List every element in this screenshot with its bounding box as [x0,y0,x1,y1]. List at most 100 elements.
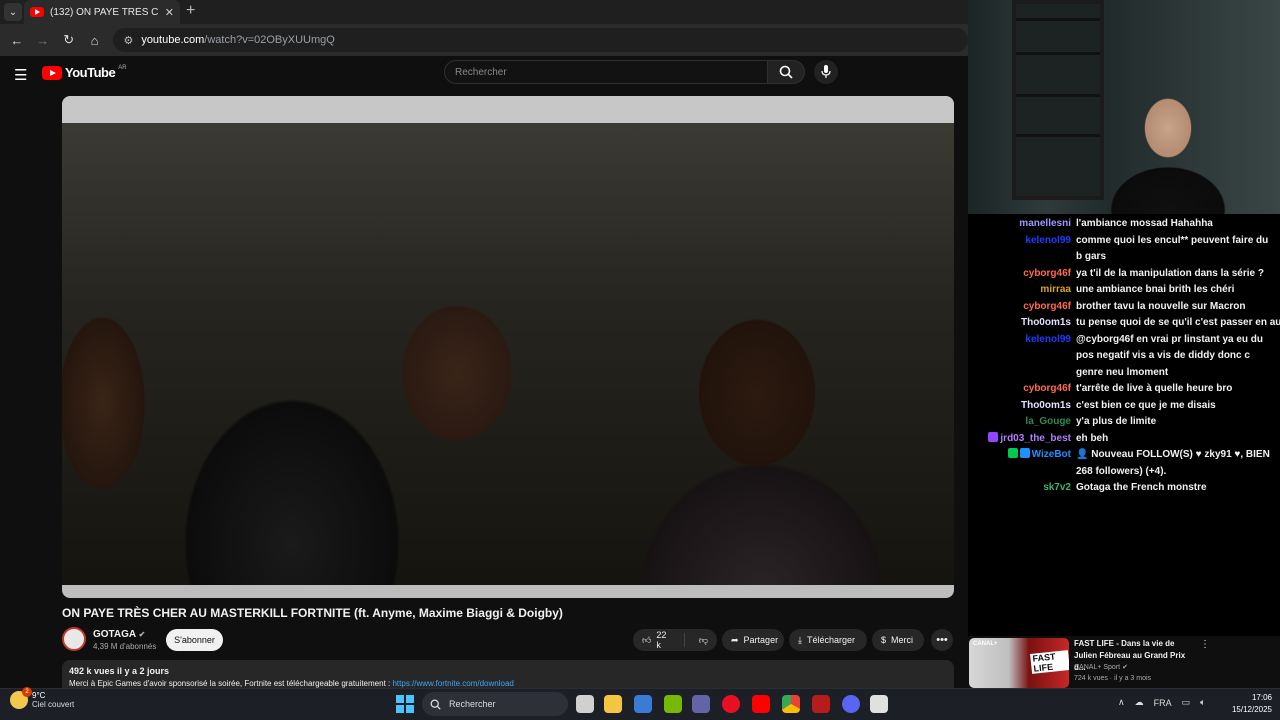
chrome-icon[interactable] [782,695,800,713]
chat-message: WizeBot 👤 Nouveau FOLLOW(S) ♥ zky91 ♥, BI… [976,447,1280,480]
channel-avatar[interactable] [62,627,86,651]
chat-text: c'est bien ce que je me disais [1076,399,1216,411]
chat-username[interactable]: cyborg46f [976,299,1076,316]
voice-search-button[interactable] [814,60,838,84]
chat-username[interactable]: WizeBot [976,447,1076,480]
system-tray: ∧ ☁ FRA ▭ 🔈︎ [1118,697,1206,708]
chat-username[interactable]: sk7v2 [976,480,1076,497]
video-player[interactable] [62,96,954,598]
thanks-button[interactable]: $ Merci [872,629,924,651]
country-code: AR [118,64,127,71]
weather-widget[interactable]: 2 9°C Ciel couvert [10,687,75,709]
dislike-button[interactable]: 👎︎ [690,629,717,651]
more-actions-icon[interactable]: ••• [931,629,953,651]
back-icon[interactable]: ← [6,29,28,51]
chat-message: manellesni l'ambiance mossad Hahahha [976,216,1280,233]
thumbnail-channel-logo: CANAL+ [973,641,998,647]
search-icon [779,65,793,79]
chat-text: brother tavu la nouvelle sur Macron [1076,300,1246,312]
channel-name[interactable]: GOTAGA ✔ [93,629,145,640]
taskbar-search-label: Rechercher [449,699,496,709]
url-path: /watch?v=02OByXUUmgQ [204,34,335,46]
document-app-icon[interactable] [870,695,888,713]
chat-username[interactable]: cyborg46f [976,266,1076,283]
chat-username[interactable]: jrd03_the_best [976,431,1076,448]
chat-message: kelenol99 comme quoi les encul** peuvent … [976,233,1280,266]
tab-close-icon[interactable]: ✕ [165,6,174,19]
subscriber-count: 4,39 M d'abonnés [93,642,157,651]
super-thanks-icon: $ [881,635,887,645]
thumbnail-title-text: FAST LIFE [1030,650,1069,674]
divider [683,633,685,647]
chat-username[interactable]: cyborg46f [976,381,1076,398]
display-icon[interactable]: ▭ [1182,697,1191,708]
chat-username[interactable]: kelenol99 [976,332,1076,382]
search-input[interactable]: Rechercher [444,60,768,84]
taskbar-search[interactable]: Rechercher [422,692,568,716]
recommended-meta: 724 k vues · il y a 3 mois [1074,675,1152,682]
browser-tab-active[interactable]: (132) ON PAYE TRÈS CHER AU M ✕ [24,0,180,24]
chat-text: eh beh [1076,432,1109,444]
file-explorer-icon[interactable] [604,695,622,713]
network-tray-icon[interactable]: ☁ [1135,697,1144,708]
description-link[interactable]: https://www.fortnite.com/download [392,679,513,688]
chat-message: Tho0om1s tu pense quoi de se qu'il c'est … [976,315,1280,332]
video-frame[interactable] [62,123,954,585]
youtube-app-icon[interactable] [752,695,770,713]
url-host: youtube.com [141,34,205,46]
like-button[interactable]: 👍︎ 22 k [633,629,679,651]
chat-username[interactable]: Tho0om1s [976,398,1076,415]
forward-icon[interactable]: → [32,29,54,51]
browser-toolbar: ← → ↻ ⌂ ⚙ youtube.com/watch?v=02OByXUUmg… [0,24,968,56]
chat-message: cyborg46f ya t'il de la manipulation dans… [976,266,1280,283]
system-clock[interactable]: 17:06 15/12/2025 [1226,692,1272,716]
chat-username[interactable]: mirraa [976,282,1076,299]
youtube-favicon-icon [30,7,44,17]
new-tab-button[interactable]: + [186,2,195,20]
tab-search-button[interactable]: ⌄ [4,3,22,21]
video-letterbox-bottom [62,585,954,598]
game-app-icon[interactable] [812,695,830,713]
tray-overflow-icon[interactable]: ∧ [1118,697,1125,708]
site-info-icon[interactable]: ⚙ [123,34,133,47]
media-player-icon[interactable] [722,695,740,713]
reload-icon[interactable]: ↻ [58,29,80,51]
volume-icon[interactable]: 🔈︎ [1200,697,1205,708]
youtube-logo[interactable]: YouTube AR [42,65,127,80]
language-indicator[interactable]: FRA [1154,698,1172,708]
windows-start-icon[interactable] [396,695,414,713]
chat-text: Gotaga the French monstre [1076,482,1207,493]
download-button[interactable]: ⤓ Télécharger [789,629,867,651]
teams-icon[interactable] [692,695,710,713]
chat-text: @cyborg46f en vrai pr linstant ya eu du … [1076,333,1264,378]
subscribe-button[interactable]: S'abonner [166,629,223,651]
chat-badge-icon [988,431,999,442]
like-dislike-group: 👍︎ 22 k 👎︎ [633,629,717,651]
thumbs-up-icon: 👍︎ [642,634,652,645]
clock-time: 17:06 [1251,693,1272,702]
chat-message: sk7v2 Gotaga the French monstre [976,480,1280,497]
chat-username[interactable]: manellesni [976,216,1076,233]
task-view-icon[interactable] [576,695,594,713]
search-icon [430,699,441,710]
chat-username[interactable]: la_Gouge [976,414,1076,431]
share-button[interactable]: ➦ Partager [722,629,784,651]
store-icon[interactable] [634,695,652,713]
description-box[interactable]: 492 k vues il y a 2 jours Merci à Epic G… [62,660,954,688]
address-bar[interactable]: ⚙ youtube.com/watch?v=02OByXUUmgQ [113,28,968,52]
weather-condition: Ciel couvert [32,700,75,709]
like-count: 22 k [656,630,667,650]
home-icon[interactable]: ⌂ [84,29,106,51]
views-and-date: 492 k vues il y a 2 jours [69,666,170,676]
chat-username[interactable]: kelenol99 [976,233,1076,266]
verified-icon: ✔ [1122,664,1128,671]
menu-icon[interactable]: ☰ [14,66,27,84]
recommended-thumbnail[interactable]: CANAL+ FAST LIFE [969,638,1069,688]
chat-username[interactable]: Tho0om1s [976,315,1076,332]
temperature: 9°C [32,691,46,700]
microphone-icon [821,65,831,78]
search-button[interactable] [767,60,805,84]
discord-icon[interactable] [842,695,860,713]
nvidia-icon[interactable] [664,695,682,713]
recommended-more-icon[interactable]: ⋮ [1200,639,1210,650]
